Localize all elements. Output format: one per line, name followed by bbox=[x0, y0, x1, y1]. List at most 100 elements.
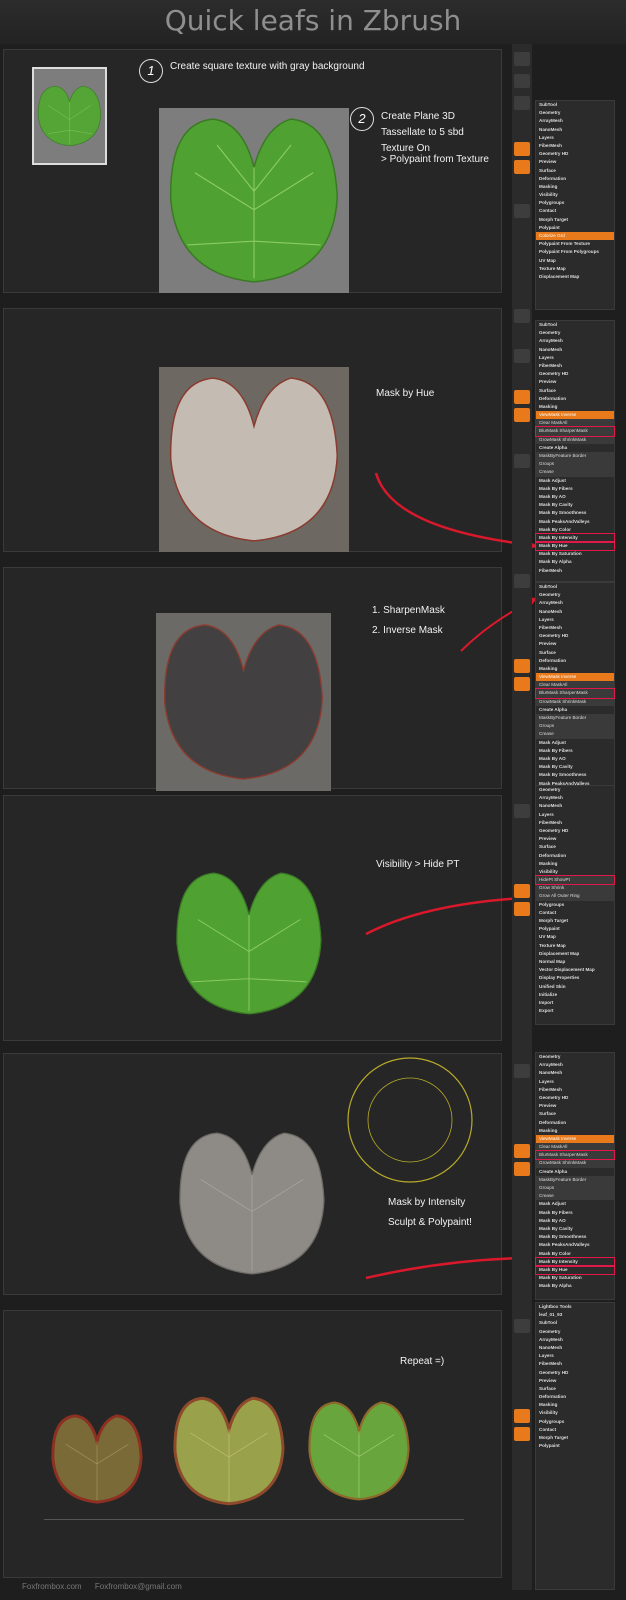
palette-item[interactable]: Polypaint bbox=[536, 925, 614, 933]
rail-button-active[interactable] bbox=[514, 1409, 530, 1423]
palette-item[interactable]: Geometry HD bbox=[536, 632, 614, 640]
palette-item[interactable]: Layers bbox=[536, 134, 614, 142]
palette-item[interactable]: Crease bbox=[536, 468, 614, 477]
palette-item[interactable]: BlurMask SharpenMask bbox=[535, 1150, 615, 1161]
palette-item[interactable]: Create Alpha bbox=[536, 706, 614, 714]
palette-item[interactable]: Layers bbox=[536, 616, 614, 624]
palette-item[interactable]: FiberMesh bbox=[536, 142, 614, 150]
palette-item[interactable]: Mask By Cavity bbox=[536, 1225, 614, 1233]
palette-item[interactable]: Layers bbox=[536, 1352, 614, 1360]
palette-item[interactable]: Polypaint bbox=[536, 1442, 614, 1450]
palette-item[interactable]: Masking bbox=[536, 860, 614, 868]
palette-item[interactable]: ArrayMesh bbox=[536, 1061, 614, 1069]
palette-item[interactable]: Preview bbox=[536, 640, 614, 648]
palette-item[interactable]: Export bbox=[536, 1007, 614, 1015]
rail-button-active[interactable] bbox=[514, 902, 530, 916]
palette-item[interactable]: SubTool bbox=[536, 101, 614, 109]
palette-item[interactable]: Unified Skin bbox=[536, 983, 614, 991]
palette-item[interactable]: Mask By Fibers bbox=[536, 1209, 614, 1217]
palette-item[interactable]: Import bbox=[536, 999, 614, 1007]
palette-item[interactable]: Create Alpha bbox=[536, 444, 614, 452]
palette-item[interactable]: Mask By Intensity bbox=[535, 532, 615, 544]
palette-item[interactable]: Polygroups bbox=[536, 199, 614, 207]
palette-item[interactable]: FiberMesh bbox=[536, 1360, 614, 1368]
palette-item[interactable]: SubTool bbox=[536, 583, 614, 591]
rail-button-active[interactable] bbox=[514, 1427, 530, 1441]
palette-item[interactable]: Surface bbox=[536, 1385, 614, 1393]
palette-item[interactable]: NanoMesh bbox=[536, 608, 614, 616]
palette-item[interactable]: FiberMesh bbox=[536, 819, 614, 827]
palette-item[interactable]: Mask By Fibers bbox=[536, 747, 614, 755]
palette-item[interactable]: NanoMesh bbox=[536, 1069, 614, 1077]
palette-item[interactable]: ArrayMesh bbox=[536, 794, 614, 802]
palette-item[interactable]: Texture Map bbox=[536, 265, 614, 273]
palette-item[interactable]: Visibility bbox=[536, 191, 614, 199]
palette-item[interactable]: Clear MaskAll bbox=[536, 1143, 614, 1152]
palette-item[interactable]: Texture Map bbox=[536, 942, 614, 950]
rail-button-active[interactable] bbox=[514, 884, 530, 898]
palette-item[interactable]: SubTool bbox=[536, 321, 614, 329]
palette-item[interactable]: Geometry bbox=[536, 109, 614, 117]
palette-item[interactable]: Morph Target bbox=[536, 917, 614, 925]
rail-button-active[interactable] bbox=[514, 142, 530, 156]
palette-item[interactable]: Deformation bbox=[536, 1393, 614, 1401]
rail-button[interactable] bbox=[514, 454, 530, 468]
palette-item[interactable]: MaskByFeature Border bbox=[536, 714, 614, 723]
palette-item[interactable]: Visibility bbox=[536, 868, 614, 876]
rail-button[interactable] bbox=[514, 804, 530, 818]
palette-item[interactable]: Mask By Hue bbox=[535, 541, 615, 552]
palette-item[interactable]: UV Map bbox=[536, 933, 614, 941]
palette-item[interactable]: Masking bbox=[536, 665, 614, 673]
palette-item[interactable]: Geometry bbox=[536, 591, 614, 599]
palette-item[interactable]: MaskByFeature Border bbox=[536, 1175, 614, 1184]
palette-item[interactable]: Groups bbox=[536, 460, 614, 469]
palette-item[interactable]: FiberMesh bbox=[536, 567, 614, 575]
palette-item[interactable]: ViewMask Inverse bbox=[536, 1134, 614, 1144]
palette-item[interactable]: Displacement Map bbox=[536, 273, 614, 281]
rail-button[interactable] bbox=[514, 74, 530, 88]
palette-item[interactable]: Mask By Alpha bbox=[536, 558, 614, 566]
palette-item[interactable]: Polygroups bbox=[536, 1418, 614, 1426]
palette-item[interactable]: ViewMask Inverse bbox=[536, 673, 614, 682]
palette-item[interactable]: MaskByFeature Border bbox=[536, 452, 614, 461]
palette-item[interactable]: Polypaint From Polygroups bbox=[536, 248, 614, 256]
palette-item[interactable]: Crease bbox=[536, 730, 614, 739]
palette-item[interactable]: ArrayMesh bbox=[536, 599, 614, 607]
palette-item[interactable]: BlurMask SharpenMask bbox=[535, 688, 615, 699]
palette-item[interactable]: Geometry HD bbox=[536, 827, 614, 835]
palette-item[interactable]: Create Alpha bbox=[536, 1168, 614, 1176]
palette-item[interactable]: NanoMesh bbox=[536, 802, 614, 810]
palette-item[interactable]: FiberMesh bbox=[536, 362, 614, 370]
palette-item[interactable]: ViewMask Inverse bbox=[536, 411, 614, 420]
palette-item[interactable]: Initialize bbox=[536, 991, 614, 999]
palette-item[interactable]: Display Properties bbox=[536, 974, 614, 982]
rail-button-active[interactable] bbox=[514, 160, 530, 174]
palette-item[interactable]: GrowMask ShrinkMask bbox=[536, 435, 614, 444]
palette-item[interactable]: Preview bbox=[536, 835, 614, 843]
palette-item[interactable]: Polypaint From Texture bbox=[536, 240, 614, 248]
palette-item[interactable]: Mask By AO bbox=[536, 493, 614, 501]
palette-item[interactable]: FiberMesh bbox=[536, 624, 614, 632]
palette-item[interactable]: Preview bbox=[536, 378, 614, 386]
rail-button[interactable] bbox=[514, 52, 530, 66]
rail-button[interactable] bbox=[514, 349, 530, 363]
palette-item[interactable]: Mask By Smoothness bbox=[536, 509, 614, 517]
palette-item[interactable]: Groups bbox=[536, 722, 614, 731]
palette-item[interactable]: Mask PeaksAndValleys bbox=[536, 518, 614, 526]
rail-button-active[interactable] bbox=[514, 1162, 530, 1176]
palette-item[interactable]: Mask By Smoothness bbox=[536, 1233, 614, 1241]
palette-item[interactable]: Polygroups bbox=[536, 901, 614, 909]
palette-item[interactable]: Visibility bbox=[536, 1409, 614, 1417]
palette-item[interactable]: Contact bbox=[536, 1426, 614, 1434]
palette-item[interactable]: Deformation bbox=[536, 657, 614, 665]
palette-item[interactable]: Geometry bbox=[536, 1328, 614, 1336]
palette-item[interactable]: NanoMesh bbox=[536, 126, 614, 134]
palette-item[interactable]: Mask By Saturation bbox=[536, 1274, 614, 1282]
palette-item[interactable]: Geometry bbox=[536, 1053, 614, 1061]
palette-item[interactable]: Surface bbox=[536, 649, 614, 657]
palette-item[interactable]: Grow Shrink bbox=[536, 884, 614, 893]
palette-item[interactable]: Mask By Alpha bbox=[536, 1282, 614, 1290]
palette-item[interactable]: Mask By Cavity bbox=[536, 501, 614, 509]
palette-item[interactable]: Masking bbox=[536, 1127, 614, 1135]
palette-item[interactable]: ArrayMesh bbox=[536, 1336, 614, 1344]
